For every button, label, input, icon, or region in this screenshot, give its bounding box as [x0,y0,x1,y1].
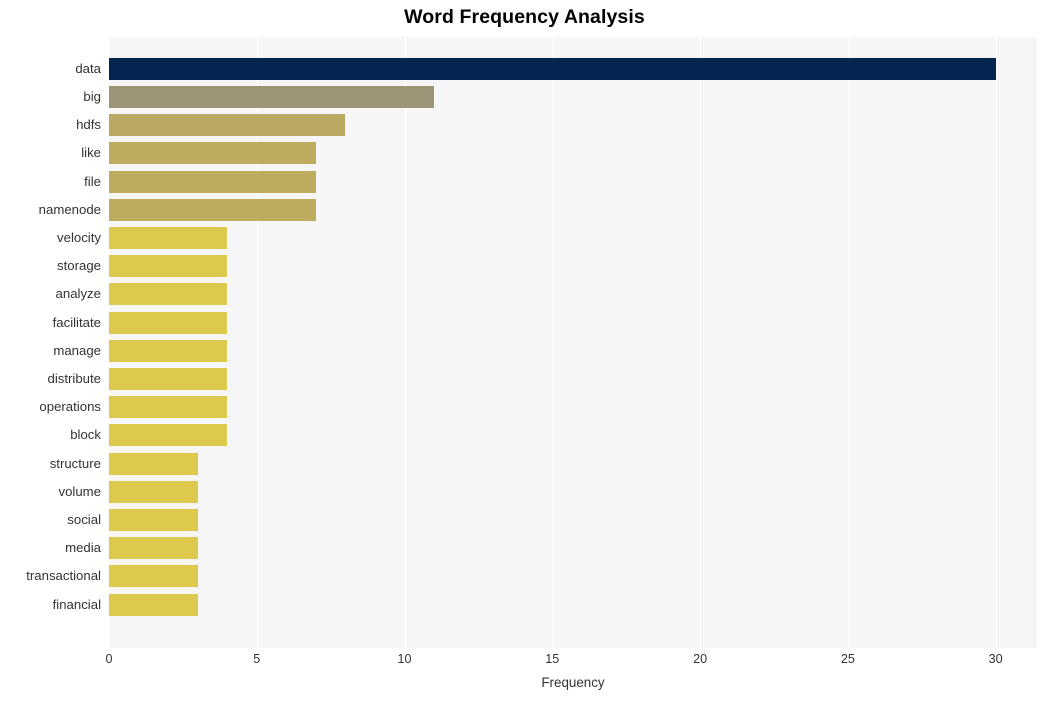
bar-block[interactable] [109,424,228,447]
y-tick-label-data: data [75,60,101,76]
bar-manage[interactable] [109,339,228,362]
bar-big[interactable] [109,85,435,108]
x-tick-label-10: 10 [397,652,412,666]
y-tick-label-volume: volume [58,483,101,499]
x-tick-label-5: 5 [253,652,261,666]
x-tick-label-0: 0 [105,652,113,666]
bar-namenode[interactable] [109,198,316,221]
y-tick-label-distribute: distribute [47,370,101,386]
x-tick-label-20: 20 [693,652,708,666]
y-tick-label-financial: financial [52,596,101,612]
y-tick-label-transactional: transactional [26,568,101,584]
bar-structure[interactable] [109,452,198,475]
bar-volume[interactable] [109,480,198,503]
bar-financial[interactable] [109,593,198,616]
y-tick-label-social: social [67,512,101,528]
y-tick-label-manage: manage [53,342,101,358]
bar-distribute[interactable] [109,367,228,390]
y-tick-label-hdfs: hdfs [76,117,101,133]
x-tick-label-30: 30 [988,652,1003,666]
bar-file[interactable] [109,170,316,193]
bar-operations[interactable] [109,396,228,419]
bar-facilitate[interactable] [109,311,228,334]
bar-like[interactable] [109,142,316,165]
chart-title: Word Frequency Analysis [404,6,645,28]
bar-media[interactable] [109,537,198,560]
y-tick-label-like: like [81,145,101,161]
y-axis-tick-labels: data big hdfs like file namenode velocity stora… [0,37,109,648]
bar-storage[interactable] [109,255,228,278]
bar-data[interactable] [109,57,996,80]
y-tick-label-file: file [84,173,101,189]
bar-social[interactable] [109,509,198,532]
y-tick-label-analyze: analyze [55,286,101,302]
bar-velocity[interactable] [109,226,228,249]
bar-series [109,37,1037,648]
y-tick-label-storage: storage [57,258,101,274]
y-tick-label-facilitate: facilitate [52,314,101,330]
x-axis-tick-labels: 0 5 10 15 20 25 30 [0,652,1049,672]
y-tick-label-namenode: namenode [38,201,101,217]
y-tick-label-big: big [83,88,101,104]
bar-analyze[interactable] [109,283,228,306]
y-tick-label-velocity: velocity [57,229,101,245]
x-tick-label-15: 15 [545,652,560,666]
x-axis-label: Frequency [541,675,605,690]
y-tick-label-media: media [65,540,101,556]
x-tick-label-25: 25 [840,652,855,666]
y-tick-label-operations: operations [39,399,101,415]
chart-figure: Word Frequency Analysis data big hdfs like f… [0,0,1049,701]
y-tick-label-structure: structure [49,455,101,471]
bar-transactional[interactable] [109,565,198,588]
bar-hdfs[interactable] [109,114,346,137]
plot-area [109,37,1037,648]
y-tick-label-block: block [70,427,101,443]
